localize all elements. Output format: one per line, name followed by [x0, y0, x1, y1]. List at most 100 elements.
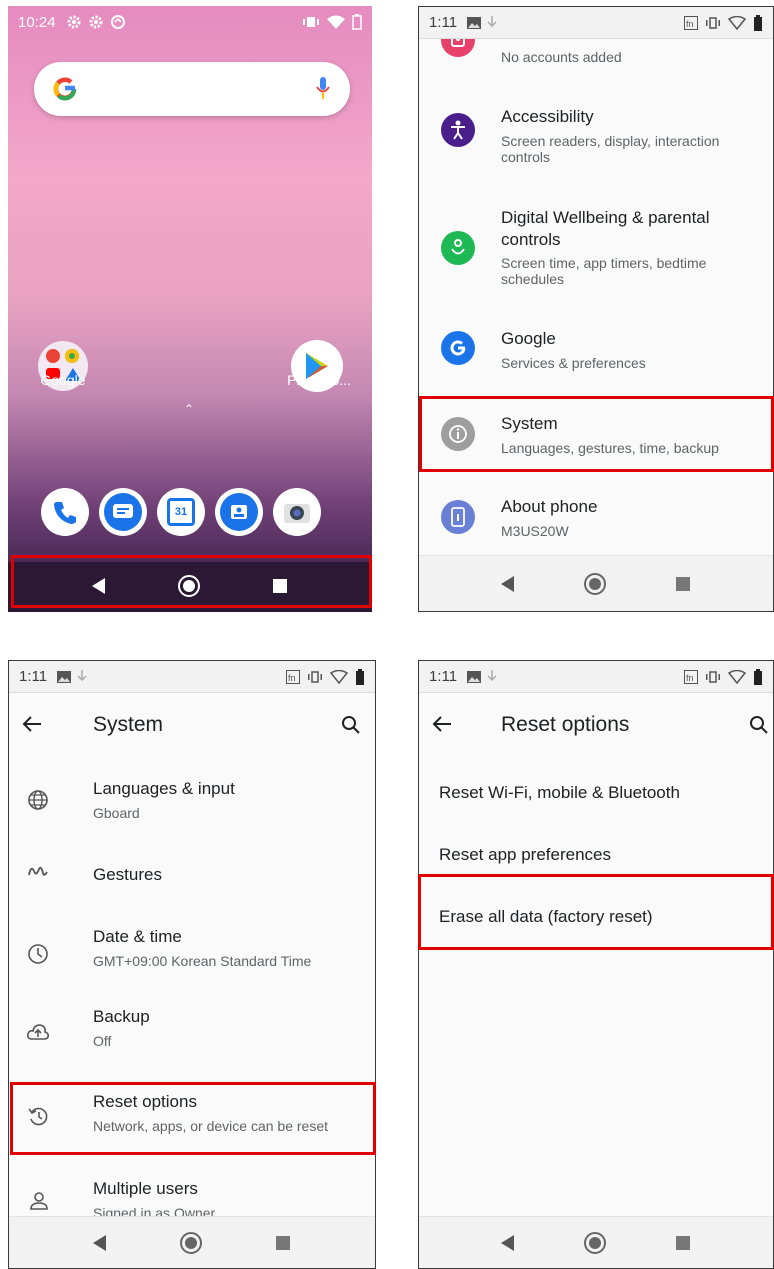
settings-item-subtitle: No accounts added	[501, 49, 622, 65]
home-circle-icon[interactable]	[583, 572, 607, 596]
settings-item-google[interactable]: Google Services & preferences	[419, 317, 773, 387]
navigation-bar	[419, 1216, 773, 1268]
home-circle-icon[interactable]	[179, 1231, 203, 1255]
google-icon	[441, 331, 475, 365]
accessibility-icon	[441, 113, 475, 147]
battery-icon	[355, 668, 365, 685]
settings-item-about-phone[interactable]: About phone M3US20W	[419, 483, 773, 553]
page-title: Reset options	[501, 713, 630, 736]
messages-app-icon[interactable]	[99, 488, 147, 536]
search-icon[interactable]	[749, 715, 769, 740]
status-time: 10:24	[18, 13, 56, 31]
recents-square-icon[interactable]	[275, 1235, 291, 1251]
calendar-app-icon[interactable]: 31	[157, 488, 205, 536]
calendar-date: 31	[167, 498, 195, 526]
settings-item-subtitle: Services & preferences	[501, 355, 646, 371]
system-item-title: Backup	[93, 1007, 150, 1026]
download-icon	[487, 669, 497, 684]
search-icon[interactable]	[341, 715, 361, 740]
chevron-up-icon[interactable]: ⌃	[184, 402, 194, 416]
vibrate-icon	[302, 16, 320, 28]
system-item-title: Multiple users	[93, 1179, 198, 1198]
system-item-gestures[interactable]: Gestures	[9, 849, 375, 899]
clock-icon	[27, 943, 49, 965]
wifi-icon	[327, 15, 345, 29]
recents-square-icon[interactable]	[675, 576, 691, 592]
system-item-subtitle: Gboard	[93, 805, 140, 821]
phone-app-icon[interactable]	[41, 488, 89, 536]
google-logo-icon	[52, 75, 78, 103]
battery-icon	[753, 14, 763, 31]
system-item-multiple-users[interactable]: Multiple users Signed in as Owner	[9, 1173, 375, 1221]
back-triangle-icon[interactable]	[501, 1234, 515, 1251]
system-item-languages[interactable]: Languages & input Gboard	[9, 771, 375, 831]
back-arrow-icon[interactable]	[431, 713, 453, 740]
back-triangle-icon[interactable]	[91, 578, 106, 594]
battery-icon	[352, 14, 362, 30]
phone-icon	[441, 500, 475, 534]
settings-item-subtitle: Screen time, app timers, bedtime schedul…	[501, 255, 707, 287]
system-item-date-time[interactable]: Date & time GMT+09:00 Korean Standard Ti…	[9, 919, 375, 979]
svg-text:fn: fn	[686, 19, 694, 29]
download-icon	[77, 669, 87, 684]
erase-all-data-factory-reset[interactable]: Erase all data (factory reset)	[439, 907, 653, 927]
system-item-backup[interactable]: Backup Off	[9, 999, 375, 1059]
history-icon	[27, 1105, 49, 1127]
navigation-bar	[9, 1216, 375, 1268]
contacts-app-icon[interactable]	[215, 488, 263, 536]
reset-options-panel: 1:11 fn Reset options Reset Wi-Fi, mobil…	[418, 660, 774, 1269]
gesture-icon	[27, 863, 49, 879]
vibrate-icon	[307, 670, 323, 683]
wifi-icon	[330, 669, 348, 684]
recents-square-icon[interactable]	[675, 1235, 691, 1251]
settings-item-accessibility[interactable]: Accessibility Screen readers, display, i…	[419, 95, 773, 175]
system-panel: 1:11 fn System Languages & input Gboard …	[8, 660, 376, 1269]
status-bar: 10:24	[8, 6, 372, 38]
settings-item-title: About phone	[501, 497, 598, 516]
settings-item-title: System	[501, 414, 558, 433]
status-bar: 1:11 fn	[419, 7, 773, 39]
navigation-bar	[8, 562, 372, 610]
camera-app-icon[interactable]	[273, 488, 321, 536]
vibrate-icon	[705, 16, 721, 29]
reset-wifi-mobile-bluetooth[interactable]: Reset Wi-Fi, mobile & Bluetooth	[439, 783, 680, 803]
home-circle-icon[interactable]	[177, 574, 201, 598]
recents-square-icon[interactable]	[272, 578, 288, 594]
google-search-bar[interactable]	[34, 62, 350, 116]
settings-item-digital-wellbeing[interactable]: Digital Wellbeing & parental controls Sc…	[419, 197, 773, 297]
google-folder-icon	[46, 349, 60, 363]
system-item-subtitle: GMT+09:00 Korean Standard Time	[93, 953, 312, 969]
svg-text:fn: fn	[686, 673, 694, 683]
home-circle-icon[interactable]	[583, 1231, 607, 1255]
wifi-icon	[728, 669, 746, 684]
system-item-title: Reset options	[93, 1092, 197, 1111]
microphone-icon[interactable]	[316, 76, 330, 102]
function-key-icon: fn	[684, 15, 698, 30]
settings-item-title: Digital Wellbeing & parental controls	[501, 208, 710, 249]
back-triangle-icon[interactable]	[93, 1234, 107, 1251]
system-item-reset-options[interactable]: Reset options Network, apps, or device c…	[9, 1087, 375, 1147]
system-item-subtitle: Off	[93, 1033, 112, 1049]
wellbeing-icon	[441, 231, 475, 265]
battery-icon	[753, 668, 763, 685]
sync-icon	[110, 14, 126, 30]
page-title: System	[93, 713, 164, 736]
image-icon	[467, 670, 482, 683]
wifi-icon	[728, 15, 746, 30]
gear-icon	[88, 14, 104, 30]
settings-item-subtitle: Languages, gestures, time, backup	[501, 440, 719, 456]
back-arrow-icon[interactable]	[21, 713, 43, 740]
back-triangle-icon[interactable]	[501, 575, 515, 592]
image-icon	[467, 16, 482, 29]
system-item-title: Gestures	[93, 865, 162, 884]
system-item-title: Date & time	[93, 927, 182, 946]
system-item-subtitle: Network, apps, or device can be reset	[93, 1118, 329, 1134]
globe-icon	[27, 789, 49, 811]
person-icon	[29, 1191, 49, 1211]
google-folder-label: Google	[40, 372, 86, 388]
settings-item-title: Accessibility	[501, 107, 594, 126]
settings-item-system[interactable]: System Languages, gestures, time, backup	[419, 400, 773, 470]
settings-item-subtitle: M3US20W	[501, 523, 569, 539]
reset-app-preferences[interactable]: Reset app preferences	[439, 845, 611, 865]
cloud-upload-icon	[27, 1023, 49, 1041]
